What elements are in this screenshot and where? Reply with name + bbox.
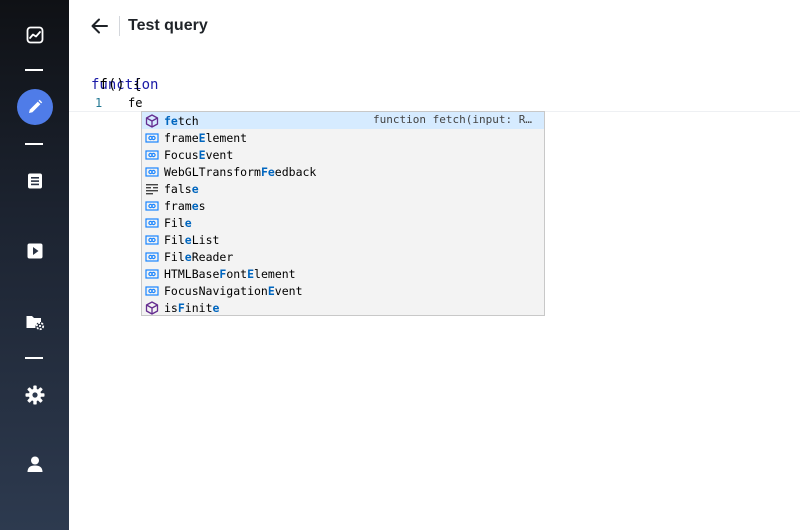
pencil-icon — [28, 99, 42, 113]
folder-settings-nav-button[interactable] — [0, 310, 69, 334]
variable-icon — [145, 165, 159, 179]
suggestion-label: FileReader — [164, 249, 234, 264]
arrow-left-icon — [91, 18, 108, 34]
variable-icon — [145, 284, 159, 298]
suggestion-item[interactable]: false — [142, 180, 544, 197]
analytics-nav-button[interactable] — [0, 22, 69, 48]
play-icon — [27, 243, 42, 259]
sidebar-divider — [25, 69, 43, 71]
suggestion-label: FocusEvent — [164, 147, 234, 162]
suggestion-label: WebGLTransformFeedback — [164, 164, 317, 179]
suggestion-item[interactable]: isFinite — [142, 299, 544, 315]
suggestion-label: HTMLBaseFontElement — [164, 266, 296, 281]
suggestion-label: FileList — [164, 232, 220, 247]
sidebar — [0, 0, 69, 530]
signature-rest: f() { — [91, 77, 142, 93]
code-line-text[interactable]: fe — [128, 96, 142, 110]
suggestion-item[interactable]: FocusEvent — [142, 146, 544, 163]
suggestion-item[interactable]: fetch function fetch(input: R… — [142, 112, 544, 129]
autocomplete-dropdown: fetch function fetch(input: R… frameElemen… — [141, 111, 545, 316]
current-line — [69, 94, 800, 112]
line-number: 1 — [95, 96, 103, 110]
suggestion-item[interactable]: HTMLBaseFontElement — [142, 265, 544, 282]
variable-icon — [145, 199, 159, 213]
sidebar-divider — [25, 357, 43, 359]
suggestion-label: File — [164, 215, 192, 230]
suggestion-label: frameElement — [164, 130, 248, 145]
variable-icon — [145, 216, 159, 230]
suggestion-label: false — [164, 181, 199, 196]
folder-gear-icon — [26, 316, 44, 331]
list-nav-button[interactable] — [0, 169, 69, 193]
settings-nav-button[interactable] — [0, 382, 69, 408]
gear-icon — [25, 385, 44, 405]
suggestion-label: isFinite — [164, 300, 220, 315]
variable-icon — [145, 250, 159, 264]
keyword-icon — [145, 182, 159, 196]
profile-nav-button[interactable] — [0, 452, 69, 476]
suggestion-item[interactable]: FileList — [142, 231, 544, 248]
function-signature: function f() { — [69, 52, 800, 95]
editor-nav-button[interactable] — [0, 89, 69, 125]
suggestion-item[interactable]: FileReader — [142, 248, 544, 265]
header-divider — [119, 16, 120, 36]
sidebar-divider — [25, 143, 43, 145]
suggestion-label: fetch — [164, 113, 199, 128]
active-indicator — [16, 89, 53, 125]
user-icon — [27, 456, 42, 472]
suggestion-item[interactable]: File — [142, 214, 544, 231]
method-icon — [145, 300, 159, 315]
run-nav-button[interactable] — [0, 239, 69, 263]
suggestion-item[interactable]: WebGLTransformFeedback — [142, 163, 544, 180]
variable-icon — [145, 148, 159, 162]
suggestion-label: frames — [164, 198, 206, 213]
chart-line-icon — [26, 26, 43, 44]
page-header: Test query — [69, 0, 800, 53]
suggestion-item[interactable]: frames — [142, 197, 544, 214]
variable-icon — [145, 267, 159, 281]
suggestion-item[interactable]: FocusNavigationEvent — [142, 282, 544, 299]
variable-icon — [145, 233, 159, 247]
variable-icon — [145, 131, 159, 145]
suggestion-label: FocusNavigationEvent — [164, 283, 303, 298]
suggestion-item[interactable]: frameElement — [142, 129, 544, 146]
method-icon — [145, 113, 159, 128]
suggestion-detail: function fetch(input: R… — [373, 113, 532, 126]
page-title: Test query — [128, 17, 208, 34]
document-list-icon — [27, 173, 42, 189]
back-button[interactable] — [89, 15, 111, 37]
